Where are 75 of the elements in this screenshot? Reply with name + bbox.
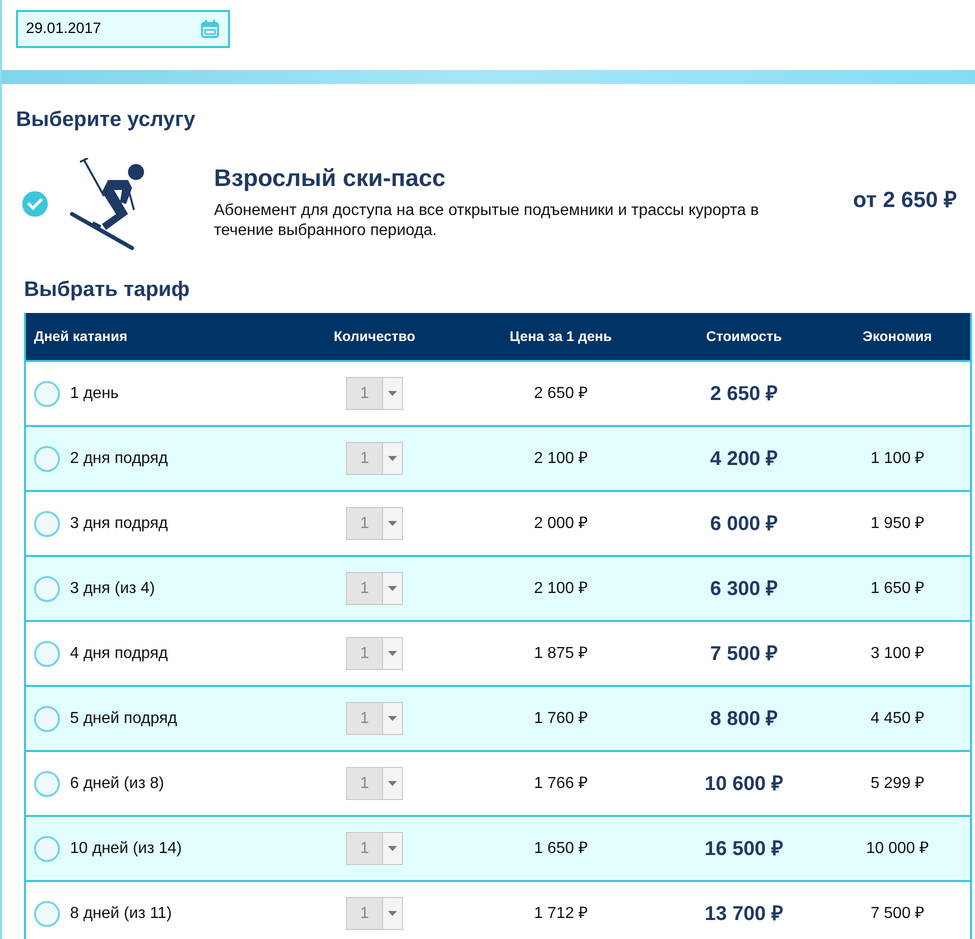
quantity-select[interactable]: 1	[346, 507, 404, 540]
table-cell-text: 7 500 ₽	[710, 642, 778, 666]
quantity-select[interactable]: 1	[346, 767, 404, 800]
table-cell-text: 3 100 ₽	[870, 644, 924, 664]
table-cell-text: 2 650 ₽	[534, 384, 588, 404]
table-cell-text: 16 500 ₽	[704, 836, 784, 862]
quantity-select[interactable]: 1	[346, 377, 404, 410]
caret-icon	[388, 846, 398, 851]
table-cell-text: 4 200 ₽	[710, 446, 778, 472]
table-cell-text: 2 100 ₽	[534, 448, 588, 468]
caret-icon	[388, 716, 398, 721]
radio-button[interactable]	[34, 706, 60, 732]
quantity-select[interactable]: 1	[346, 897, 404, 930]
table-cell-text: 3 дня подряд	[70, 514, 168, 534]
quantity-select[interactable]: 1	[346, 702, 404, 735]
table-cell-text: 4 450 ₽	[870, 708, 924, 728]
table-cell-text: 8 800 ₽	[710, 706, 778, 732]
caret-icon	[388, 456, 398, 461]
table-cell-text: 3 дня (из 4)	[70, 578, 155, 598]
table-cell-text: 8 дней (из 11)	[70, 904, 172, 924]
column-header: Дней катания	[34, 328, 128, 344]
section-title: Выберите услугу	[16, 107, 196, 133]
radio-button[interactable]	[34, 576, 60, 602]
radio-button[interactable]	[34, 380, 60, 406]
date-field[interactable]: 29.01.2017	[16, 10, 230, 48]
quantity-select[interactable]: 1	[346, 832, 404, 865]
table-cell-text: 10 600 ₽	[704, 772, 784, 796]
table-cell-text: 1 100 ₽	[870, 448, 924, 468]
table-cell-text: 1 950 ₽	[870, 514, 924, 534]
table-cell-text: 5 дней подряд	[70, 708, 178, 728]
table-cell-text: 13 700 ₽	[704, 902, 784, 926]
table-cell-text: 1 712 ₽	[534, 904, 588, 924]
table-cell-text: 7 500 ₽	[870, 904, 924, 924]
table-cell-text: 2 дня подряд	[70, 448, 168, 468]
radio-button[interactable]	[34, 640, 60, 666]
table-cell-text: 5 299 ₽	[870, 774, 924, 794]
section-title: Выбрать тариф	[24, 276, 190, 302]
table-cell-text: 1 день	[70, 384, 119, 404]
column-header: Количество	[334, 327, 416, 346]
radio-button[interactable]	[34, 900, 60, 926]
quantity-select[interactable]: 1	[346, 637, 404, 670]
table-cell-text: 1 650 ₽	[534, 838, 588, 858]
caret-icon	[388, 911, 398, 916]
table-cell-text: 1 766 ₽	[534, 774, 588, 794]
table-cell-text: 6 дней (из 8)	[70, 774, 164, 794]
table-cell-text: 2 650 ₽	[710, 382, 778, 406]
table-cell-text: 2 100 ₽	[534, 578, 588, 598]
radio-button[interactable]	[34, 510, 60, 536]
caret-icon	[388, 391, 398, 396]
table-cell-text: 6 000 ₽	[710, 512, 778, 536]
caret-icon	[388, 781, 398, 786]
table-cell-text: 4 дня подряд	[70, 644, 168, 664]
table-cell-text: 1 875 ₽	[534, 644, 588, 664]
service-price: от 2 650 ₽	[853, 186, 957, 214]
column-header: Экономия	[862, 327, 932, 346]
check-icon[interactable]	[22, 190, 48, 216]
column-header: Стоимость	[706, 327, 782, 346]
caret-icon	[388, 586, 398, 591]
table-cell-text: 10 дней (из 14)	[70, 838, 182, 858]
column-header: Цена за 1 день	[510, 327, 612, 346]
table-cell-text: 2 000 ₽	[534, 514, 588, 534]
radio-button[interactable]	[34, 446, 60, 472]
caret-icon	[388, 521, 398, 526]
table-cell-text: 1 650 ₽	[870, 578, 924, 598]
calendar-icon[interactable]	[200, 19, 220, 39]
table-cell-text: 1 760 ₽	[534, 708, 588, 728]
service-name: Взрослый ски-пасс	[214, 164, 446, 194]
radio-button[interactable]	[34, 770, 60, 796]
radio-button[interactable]	[34, 836, 60, 862]
table-cell-text: 10 000 ₽	[866, 838, 928, 858]
quantity-select[interactable]: 1	[346, 442, 404, 475]
service-description: Абонемент для доступа на все открытые подъемники и трассы курорта в течение выбранного периода.	[214, 200, 760, 240]
caret-icon	[388, 651, 398, 656]
quantity-select[interactable]: 1	[346, 572, 404, 605]
table-cell-text: 6 300 ₽	[710, 576, 778, 602]
